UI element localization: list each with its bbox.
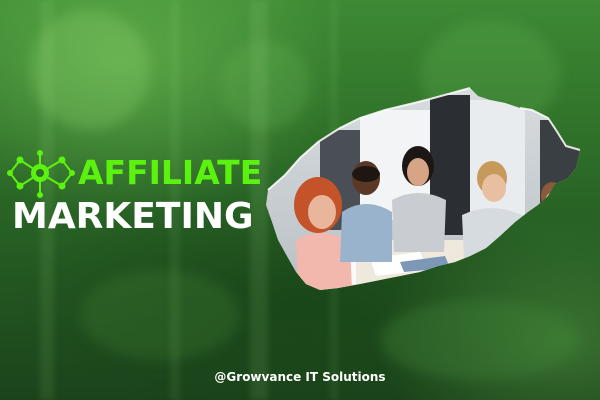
brand-credit: @Growvance IT Solutions — [214, 370, 386, 384]
team-meeting-photo — [0, 0, 600, 400]
affiliate-marketing-banner: AFFILIATE MARKETING @Growvance IT Soluti… — [0, 0, 600, 400]
